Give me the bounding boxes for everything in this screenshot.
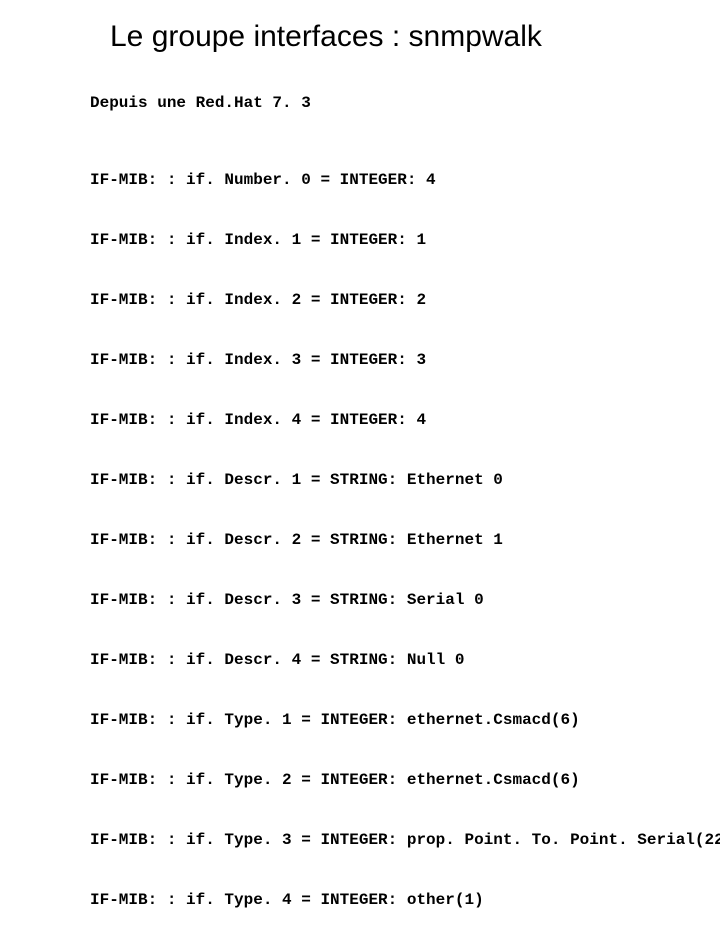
- output-line: IF-MIB: : if. Type. 4 = INTEGER: other(1…: [90, 890, 720, 910]
- output-line: IF-MIB: : if. Descr. 1 = STRING: Etherne…: [90, 470, 720, 490]
- output-line: IF-MIB: : if. Type. 3 = INTEGER: prop. P…: [90, 830, 720, 850]
- output-line: IF-MIB: : if. Type. 1 = INTEGER: etherne…: [90, 710, 720, 730]
- output-line: IF-MIB: : if. Number. 0 = INTEGER: 4: [90, 170, 720, 190]
- content-subtitle: Depuis une Red.Hat 7. 3: [90, 94, 720, 112]
- output-line: IF-MIB: : if. Index. 1 = INTEGER: 1: [90, 230, 720, 250]
- output-line: IF-MIB: : if. Descr. 2 = STRING: Etherne…: [90, 530, 720, 550]
- output-line: IF-MIB: : if. Type. 2 = INTEGER: etherne…: [90, 770, 720, 790]
- slide-content: Depuis une Red.Hat 7. 3 IF-MIB: : if. Nu…: [90, 94, 720, 950]
- output-line: IF-MIB: : if. Descr. 4 = STRING: Null 0: [90, 650, 720, 670]
- slide-title: Le groupe interfaces : snmpwalk: [110, 20, 720, 54]
- slide: Le groupe interfaces : snmpwalk Depuis u…: [0, 0, 720, 540]
- snmpwalk-output: IF-MIB: : if. Number. 0 = INTEGER: 4 IF-…: [90, 130, 720, 950]
- output-line: IF-MIB: : if. Index. 2 = INTEGER: 2: [90, 290, 720, 310]
- output-line: IF-MIB: : if. Index. 3 = INTEGER: 3: [90, 350, 720, 370]
- output-line: IF-MIB: : if. Descr. 3 = STRING: Serial …: [90, 590, 720, 610]
- output-line: IF-MIB: : if. Index. 4 = INTEGER: 4: [90, 410, 720, 430]
